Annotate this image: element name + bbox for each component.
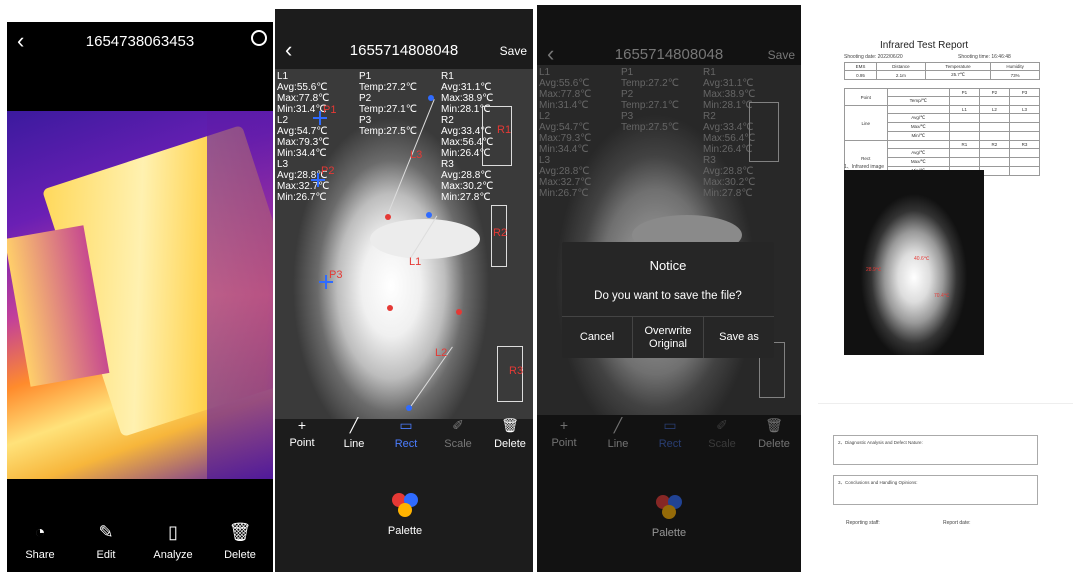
share-button[interactable]: ◔ Share (7, 512, 73, 572)
tool-bar: + Point ╱ Line ▭ Rect ✐ Scale 🗑 Delete (275, 417, 533, 457)
line-endpoint[interactable] (428, 95, 434, 101)
rect-icon: ▭ (663, 417, 677, 433)
palette-button: Palette (639, 495, 699, 539)
ruler-icon: ✐ (716, 417, 728, 433)
analyze-button[interactable]: ▯ Analyze (140, 512, 206, 572)
clipboard-icon: ▯ (168, 522, 178, 542)
reporting-staff: Reporting staff: (846, 520, 880, 526)
share-icon: ◔ (34, 522, 46, 542)
point-icon: + (297, 417, 307, 433)
palette-icon (656, 495, 682, 521)
analysis-screen: ‹ 1655714808048 Save L1 Avg:55.6℃ Max:77… (275, 9, 533, 572)
marker-l3: L3 (410, 149, 423, 161)
delete-button[interactable]: 🗑 Delete (207, 512, 273, 572)
tool-scale[interactable]: ✐ Scale (433, 417, 483, 450)
measure-rect-r1 (749, 102, 779, 162)
marker-l2: L2 (435, 347, 448, 359)
measure-rect-r1[interactable] (482, 106, 512, 166)
cancel-button[interactable]: Cancel (562, 317, 633, 358)
analysis-header: ‹ 1655714808048 Save (275, 31, 533, 71)
tool-point: + Point (539, 417, 589, 449)
shooting-date: Shooting date: 2022/06/20 (844, 54, 903, 60)
image-viewer-screen: ‹ 1654738063453 ◔ Share ✎ Edit ▯ Analyze (7, 22, 273, 572)
tool-point[interactable]: + Point (277, 417, 327, 449)
shooting-time: Shooting time: 16:46:48 (958, 54, 1011, 60)
marker-r2: R2 (493, 227, 508, 239)
file-title: 1654738063453 (85, 33, 195, 50)
hotspot-dot (456, 309, 462, 315)
grayscale-image: L1 Avg:55.6℃ Max:77.8℃ Min:31.4℃ L2 Avg:… (537, 65, 801, 415)
viewer-action-bar: ◔ Share ✎ Edit ▯ Analyze 🗑 Delete (7, 500, 273, 572)
tool-rect[interactable]: ▭ Rect (381, 417, 431, 450)
crosshair-icon[interactable] (313, 111, 327, 125)
tool-scale: ✐ Scale (697, 417, 747, 450)
report-page: Infrared Test Report Shooting date: 2022… (818, 30, 1073, 572)
tool-bar: + Point ╱ Line ▭ Rect ✐ Scale 🗑 Delete (537, 417, 801, 457)
report-date: Report date: (943, 520, 971, 526)
line-endpoint[interactable] (426, 212, 432, 218)
cup-rim (370, 219, 480, 259)
trash-icon: 🗑 (765, 417, 783, 433)
point-readings: P1 Temp:27.2℃ P2 Temp:27.1℃ P3 Temp:27.5… (359, 71, 417, 137)
rect-readings: R1 Avg:31.1℃ Max:38.9℃ Min:28.1℃ R2 Avg:… (703, 67, 756, 199)
edit-button[interactable]: ✎ Edit (73, 512, 139, 572)
rect-icon: ▭ (399, 417, 413, 433)
report-infrared-image: 28.9℃ 40.6℃ 70.4℃ (844, 170, 984, 355)
crosshair-icon[interactable] (319, 275, 333, 289)
tool-line[interactable]: ╱ Line (329, 417, 379, 450)
notice-dialog: Notice Do you want to save the file? Can… (562, 242, 774, 358)
tool-delete: 🗑 Delete (749, 417, 799, 450)
ruler-icon: ✐ (452, 417, 464, 433)
hotspot-dot (387, 305, 393, 311)
background-dark (207, 111, 273, 479)
marker-r3: R3 (509, 365, 524, 377)
report-title: Infrared Test Report (880, 40, 969, 51)
line-endpoint[interactable] (406, 405, 412, 411)
file-title: 1655714808048 (349, 42, 459, 59)
marker-l1: L1 (409, 256, 422, 268)
save-as-button[interactable]: Save as (704, 317, 774, 358)
tool-line: ╱ Line (593, 417, 643, 450)
trash-icon: 🗑 (501, 417, 519, 433)
thermal-image (7, 111, 273, 479)
point-icon: + (559, 417, 569, 433)
tool-rect: ▭ Rect (645, 417, 695, 450)
palette-icon (392, 493, 418, 519)
image-section-label: 1、Infrared image (844, 164, 885, 170)
dialog-title: Notice (649, 258, 687, 273)
dialog-message: Do you want to save the file? (594, 290, 742, 302)
info-icon[interactable] (251, 30, 267, 46)
marker-r1: R1 (497, 124, 512, 136)
crosshair-icon[interactable] (311, 173, 325, 187)
page-break (818, 403, 1073, 404)
file-title: 1655714808048 (614, 46, 724, 63)
screenshot-collage: ‹ 1654738063453 ◔ Share ✎ Edit ▯ Analyze (0, 0, 1073, 572)
viewer-header: ‹ 1654738063453 (7, 22, 273, 62)
point-readings: P1 Temp:27.2℃ P2 Temp:27.1℃ P3 Temp:27.5… (621, 67, 679, 133)
pencil-icon: ✎ (98, 522, 114, 542)
palette-button[interactable]: Palette (375, 493, 435, 537)
tool-delete[interactable]: 🗑 Delete (485, 417, 533, 450)
grayscale-image: L1 Avg:55.6℃ Max:77.8℃ Min:31.4℃ L2 Avg:… (275, 69, 533, 419)
dialog-buttons: Cancel Overwrite Original Save as (562, 316, 774, 358)
save-dialog-screen: ‹ 1655714808048 Save L1 Avg:55.6℃ Max:77… (537, 5, 801, 572)
save-button[interactable]: Save (768, 48, 795, 62)
conclusions-box: 3、Conclusions and Handling Opinions: (833, 475, 1038, 505)
line-icon: ╱ (349, 417, 359, 433)
line-endpoint[interactable] (385, 214, 391, 220)
line-icon: ╱ (613, 417, 623, 433)
trash-icon: 🗑 (228, 522, 252, 542)
overwrite-original-button[interactable]: Overwrite Original (633, 317, 704, 358)
line-readings: L1 Avg:55.6℃ Max:77.8℃ Min:31.4℃ L2 Avg:… (539, 67, 592, 199)
save-button[interactable]: Save (500, 44, 527, 58)
summary-table: EMS Distance Temperature Humidity 0.95 2… (844, 62, 1040, 80)
diagnostic-analysis-box: 2、Diagnostic Analysis and Defect Nature: (833, 435, 1038, 465)
